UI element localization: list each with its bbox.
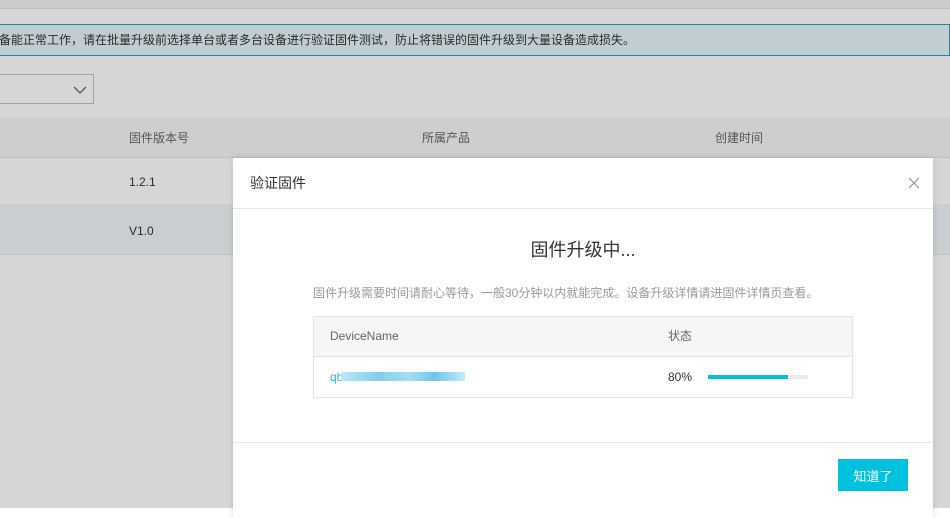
upgrade-description: 固件升级需要时间请耐心等待，一般30分钟以内就能完成。设备升级详情请进固件详情页… <box>313 286 819 300</box>
dialog-title: 验证固件 <box>250 175 306 191</box>
upgrade-progress-title: 固件升级中... <box>530 240 636 260</box>
close-icon[interactable] <box>907 176 921 190</box>
upgrade-progress-fill <box>708 375 788 379</box>
column-header-device-name: DeviceName <box>330 329 399 343</box>
redacted-device-name <box>341 372 465 381</box>
device-table-header: DeviceName 状态 <box>314 317 852 357</box>
dialog-header: 验证固件 <box>233 158 933 209</box>
column-header-status: 状态 <box>668 329 693 343</box>
dialog-footer: 知道了 <box>233 442 933 518</box>
upgrade-percent: 80% <box>668 370 693 384</box>
acknowledge-button[interactable]: 知道了 <box>838 459 908 491</box>
device-table: DeviceName 状态 qb 80% <box>313 316 853 398</box>
device-row: qb 80% <box>314 357 852 397</box>
verify-firmware-dialog: 验证固件 固件升级中... 固件升级需要时间请耐心等待，一般30分钟以内就能完成… <box>233 158 933 518</box>
upgrade-progress-bar <box>708 375 808 379</box>
